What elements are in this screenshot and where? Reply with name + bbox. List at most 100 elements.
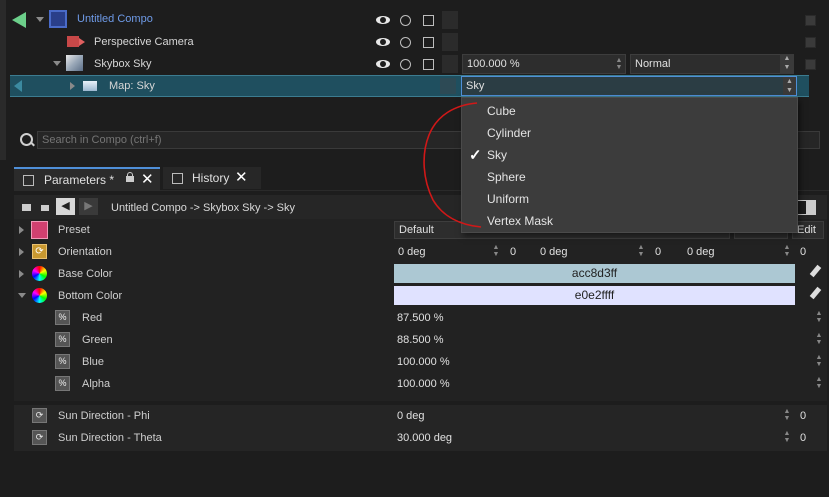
blend-mode-select[interactable]: Normal bbox=[630, 54, 794, 74]
orientation-y-spinner-icon[interactable]: ▲ ▼ bbox=[637, 244, 645, 258]
orientation-z-value[interactable]: 0 deg bbox=[687, 246, 715, 258]
tab-history[interactable]: History ✕ bbox=[163, 167, 261, 189]
sun-phi-spinner-icon[interactable]: ▲ ▼ bbox=[783, 408, 791, 422]
layer-slot bbox=[442, 11, 458, 29]
menu-item-cylinder[interactable]: Cylinder bbox=[487, 126, 531, 140]
forward-button[interactable]: ▶ bbox=[79, 198, 98, 215]
layer-checkbox[interactable] bbox=[805, 59, 816, 70]
eyedropper-icon[interactable] bbox=[806, 286, 822, 303]
menu-item-vertex-mask[interactable]: Vertex Mask bbox=[487, 214, 553, 228]
orientation-z-step[interactable]: 0 bbox=[800, 246, 806, 258]
green-label: Green bbox=[82, 334, 113, 346]
color-wheel-icon bbox=[32, 288, 47, 303]
eyedropper-icon[interactable] bbox=[806, 264, 822, 281]
camera-lens-icon bbox=[79, 38, 85, 46]
solo-icon[interactable] bbox=[400, 59, 411, 70]
blend-select-arrows-icon[interactable]: ▲ ▼ bbox=[780, 54, 794, 74]
solo-icon[interactable] bbox=[400, 37, 411, 48]
lock-icon[interactable] bbox=[22, 204, 31, 211]
orientation-x-value[interactable]: 0 deg bbox=[398, 246, 426, 258]
bottom-color-swatch[interactable]: e0e2ffff bbox=[394, 286, 795, 305]
sun-phi-step[interactable]: 0 bbox=[800, 410, 806, 422]
visibility-eye-icon[interactable] bbox=[376, 38, 390, 46]
breadcrumb: Untitled Compo -> Skybox Sky -> Sky bbox=[111, 202, 296, 214]
base-color-swatch[interactable]: acc8d3ff bbox=[394, 264, 795, 283]
doc-icon[interactable] bbox=[41, 205, 49, 211]
lock-shackle-icon bbox=[127, 172, 133, 177]
map-type-select[interactable]: Sky bbox=[461, 76, 797, 96]
layer-checkbox[interactable] bbox=[805, 37, 816, 48]
sun-theta-label: Sun Direction - Theta bbox=[58, 432, 162, 444]
expand-map-icon[interactable] bbox=[70, 82, 75, 90]
lock-box-icon[interactable] bbox=[423, 59, 434, 70]
close-icon[interactable]: ✕ bbox=[141, 169, 154, 191]
lock-box-icon[interactable] bbox=[423, 37, 434, 48]
camera-icon bbox=[67, 36, 79, 47]
alpha-label: Alpha bbox=[82, 378, 111, 390]
menu-item-sky[interactable]: Sky bbox=[487, 148, 507, 162]
layer-row-camera[interactable]: Perspective Camera bbox=[0, 31, 829, 53]
alpha-value[interactable]: 100.000 % bbox=[397, 378, 450, 390]
layer-row-map-selected[interactable]: Map: Sky Sky ▲ ▼ bbox=[10, 75, 809, 97]
compo-name[interactable]: Untitled Compo bbox=[77, 13, 153, 25]
menu-item-uniform[interactable]: Uniform bbox=[487, 192, 529, 206]
expand-orientation-icon[interactable] bbox=[19, 248, 24, 256]
orientation-x-step[interactable]: 0 bbox=[510, 246, 516, 258]
layer-slot bbox=[442, 33, 458, 51]
panel-toggle-icon[interactable] bbox=[796, 200, 816, 215]
red-value[interactable]: 87.500 % bbox=[397, 312, 443, 324]
orientation-y-value[interactable]: 0 deg bbox=[540, 246, 568, 258]
menu-item-sphere[interactable]: Sphere bbox=[487, 170, 526, 184]
layer-row-skybox[interactable]: Skybox Sky 100.000 % ▲ ▼ Normal ▲ ▼ bbox=[0, 53, 829, 75]
expand-compo-icon[interactable] bbox=[36, 17, 44, 22]
layer-row-compo[interactable]: Untitled Compo bbox=[0, 9, 829, 31]
sun-theta-spinner-icon[interactable]: ▲ ▼ bbox=[783, 430, 791, 444]
compo-icon bbox=[49, 10, 67, 28]
expand-preset-icon[interactable] bbox=[19, 226, 24, 234]
preset-icon bbox=[31, 221, 48, 239]
link-icon: ⟳ bbox=[32, 430, 47, 445]
tab-parameters[interactable]: Parameters * ✕ bbox=[14, 167, 160, 191]
green-spinner-icon[interactable]: ▲ ▼ bbox=[815, 332, 823, 346]
expand-base-color-icon[interactable] bbox=[19, 270, 24, 278]
menu-item-cube[interactable]: Cube bbox=[487, 104, 516, 118]
alpha-spinner-icon[interactable]: ▲ ▼ bbox=[815, 376, 823, 390]
layer-checkbox[interactable] bbox=[805, 15, 816, 26]
back-arrow-icon[interactable] bbox=[12, 12, 26, 28]
close-icon[interactable]: ✕ bbox=[235, 167, 248, 189]
green-value[interactable]: 88.500 % bbox=[397, 334, 443, 346]
orientation-y-step[interactable]: 0 bbox=[655, 246, 661, 258]
back-button[interactable]: ◀ bbox=[56, 198, 75, 215]
orientation-x-spinner-icon[interactable]: ▲ ▼ bbox=[492, 244, 500, 258]
red-label: Red bbox=[82, 312, 103, 324]
opacity-spinner-icon[interactable]: ▲ ▼ bbox=[615, 57, 623, 71]
sun-theta-step[interactable]: 0 bbox=[800, 432, 806, 444]
map-select-arrows-icon[interactable]: ▲ ▼ bbox=[783, 77, 796, 95]
expand-bottom-color-icon[interactable] bbox=[18, 293, 26, 298]
percent-icon: % bbox=[55, 354, 70, 369]
expand-skybox-icon[interactable] bbox=[53, 61, 61, 66]
solo-icon[interactable] bbox=[400, 15, 411, 26]
map-name[interactable]: Map: Sky bbox=[109, 80, 155, 92]
sun-phi-value[interactable]: 0 deg bbox=[397, 410, 425, 422]
visibility-eye-icon[interactable] bbox=[376, 16, 390, 24]
base-color-label: Base Color bbox=[58, 268, 113, 280]
skybox-opacity-value: 100.000 % bbox=[467, 58, 520, 70]
lock-box-icon[interactable] bbox=[423, 15, 434, 26]
orientation-label: Orientation bbox=[58, 246, 112, 258]
sun-theta-value[interactable]: 30.000 deg bbox=[397, 432, 452, 444]
map-thumbnail-icon bbox=[83, 81, 97, 91]
tab-history-label: History bbox=[192, 171, 230, 185]
camera-name[interactable]: Perspective Camera bbox=[94, 36, 194, 48]
blue-value[interactable]: 100.000 % bbox=[397, 356, 450, 368]
red-spinner-icon[interactable]: ▲ ▼ bbox=[815, 310, 823, 324]
selection-arrow-icon bbox=[14, 80, 22, 92]
skybox-opacity-field[interactable]: 100.000 % bbox=[462, 54, 626, 74]
color-wheel-icon bbox=[32, 266, 47, 281]
orientation-z-spinner-icon[interactable]: ▲ ▼ bbox=[783, 244, 791, 258]
bottom-color-label: Bottom Color bbox=[58, 290, 123, 302]
blue-spinner-icon[interactable]: ▲ ▼ bbox=[815, 354, 823, 368]
visibility-eye-icon[interactable] bbox=[376, 60, 390, 68]
skybox-name[interactable]: Skybox Sky bbox=[94, 58, 151, 70]
search-icon-handle bbox=[30, 141, 35, 147]
